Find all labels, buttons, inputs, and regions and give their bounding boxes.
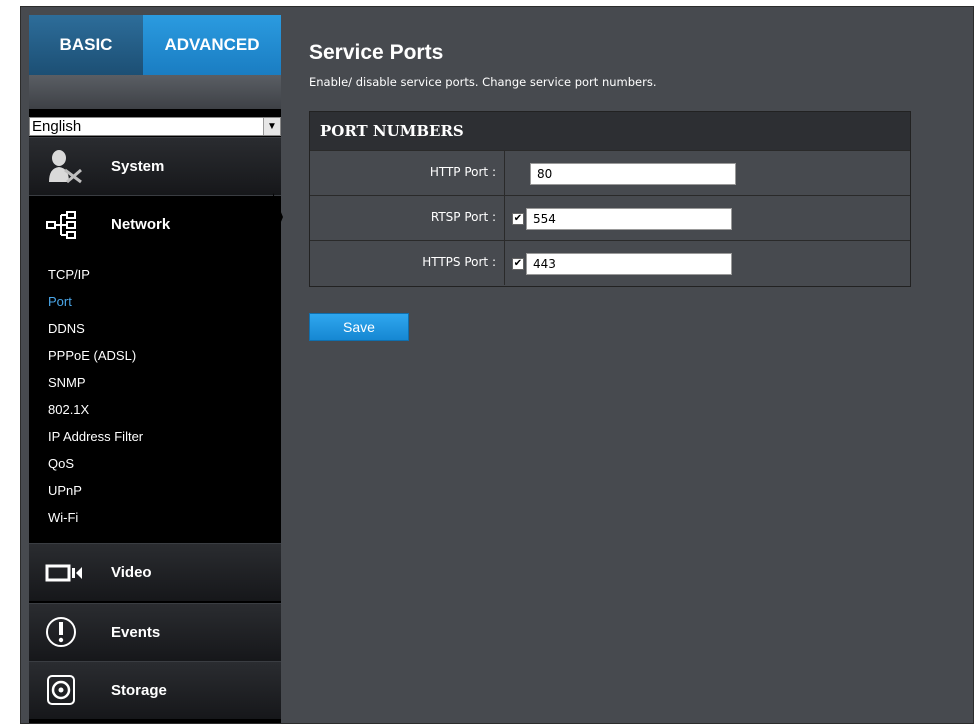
sidebar-subitem-upnp[interactable]: UPnP (48, 483, 82, 498)
language-select[interactable]: English ▼ (29, 117, 281, 136)
language-selected-value: English (32, 118, 82, 135)
sidebar-item-network[interactable]: Network (29, 195, 281, 253)
tab-advanced[interactable]: ADVANCED (143, 15, 281, 75)
sidebar-item-label: Events (111, 624, 161, 641)
sidebar-subitem-tcpip[interactable]: TCP/IP (48, 267, 90, 282)
rtsp-port-row: RTSP Port : ✔ (310, 195, 910, 240)
https-enable-checkbox[interactable]: ✔ (512, 258, 524, 270)
save-button[interactable]: Save (309, 313, 409, 341)
app-frame: BASIC ADVANCED English ▼ System Network … (20, 6, 974, 724)
system-tools-icon (45, 148, 85, 184)
sidebar-item-label: Storage (111, 682, 167, 699)
sidebar: BASIC ADVANCED English ▼ System Network … (29, 15, 281, 723)
storage-disk-icon (45, 672, 85, 708)
http-port-row: HTTP Port : (310, 150, 910, 195)
https-port-input[interactable] (526, 253, 732, 275)
sidebar-banner (29, 75, 281, 109)
chevron-down-icon[interactable]: ▼ (263, 118, 280, 135)
sidebar-item-label: Network (111, 216, 171, 233)
https-port-label: HTTPS Port : (422, 255, 496, 269)
https-port-row: HTTPS Port : ✔ (310, 240, 910, 285)
http-port-input[interactable] (530, 163, 736, 185)
active-category-pointer (273, 193, 283, 241)
sidebar-subitem-ip-filter[interactable]: IP Address Filter (48, 429, 143, 444)
sidebar-item-system[interactable]: System (29, 137, 281, 195)
alert-icon (45, 614, 85, 650)
network-icon (45, 206, 85, 242)
sidebar-subitem-qos[interactable]: QoS (48, 456, 74, 471)
sidebar-subitem-ddns[interactable]: DDNS (48, 321, 85, 336)
sidebar-item-events[interactable]: Events (29, 603, 281, 661)
tab-basic[interactable]: BASIC (29, 15, 143, 75)
column-divider (504, 241, 505, 285)
video-camera-icon (45, 554, 85, 590)
rtsp-enable-checkbox[interactable]: ✔ (512, 213, 524, 225)
column-divider (504, 196, 505, 240)
sidebar-item-storage[interactable]: Storage (29, 661, 281, 719)
sidebar-subitem-port[interactable]: Port (48, 294, 72, 309)
sidebar-subitem-snmp[interactable]: SNMP (48, 375, 86, 390)
rtsp-port-input[interactable] (526, 208, 732, 230)
sidebar-subitem-wifi[interactable]: Wi-Fi (48, 510, 78, 525)
page-description: Enable/ disable service ports. Change se… (309, 75, 657, 89)
sidebar-subitem-8021x[interactable]: 802.1X (48, 402, 89, 417)
mode-tabs: BASIC ADVANCED (29, 15, 281, 75)
port-numbers-panel: PORT NUMBERS HTTP Port : RTSP Port : ✔ H… (309, 111, 911, 287)
rtsp-port-label: RTSP Port : (430, 210, 496, 224)
page-title: Service Ports (309, 41, 444, 64)
sidebar-subitem-pppoe[interactable]: PPPoE (ADSL) (48, 348, 136, 363)
column-divider (504, 151, 505, 195)
sidebar-item-video[interactable]: Video (29, 543, 281, 601)
main-content: Service Ports Enable/ disable service po… (309, 7, 973, 723)
sidebar-item-label: Video (111, 564, 152, 581)
panel-header: PORT NUMBERS (310, 112, 910, 150)
sidebar-item-label: System (111, 158, 165, 175)
http-port-label: HTTP Port : (429, 165, 496, 179)
